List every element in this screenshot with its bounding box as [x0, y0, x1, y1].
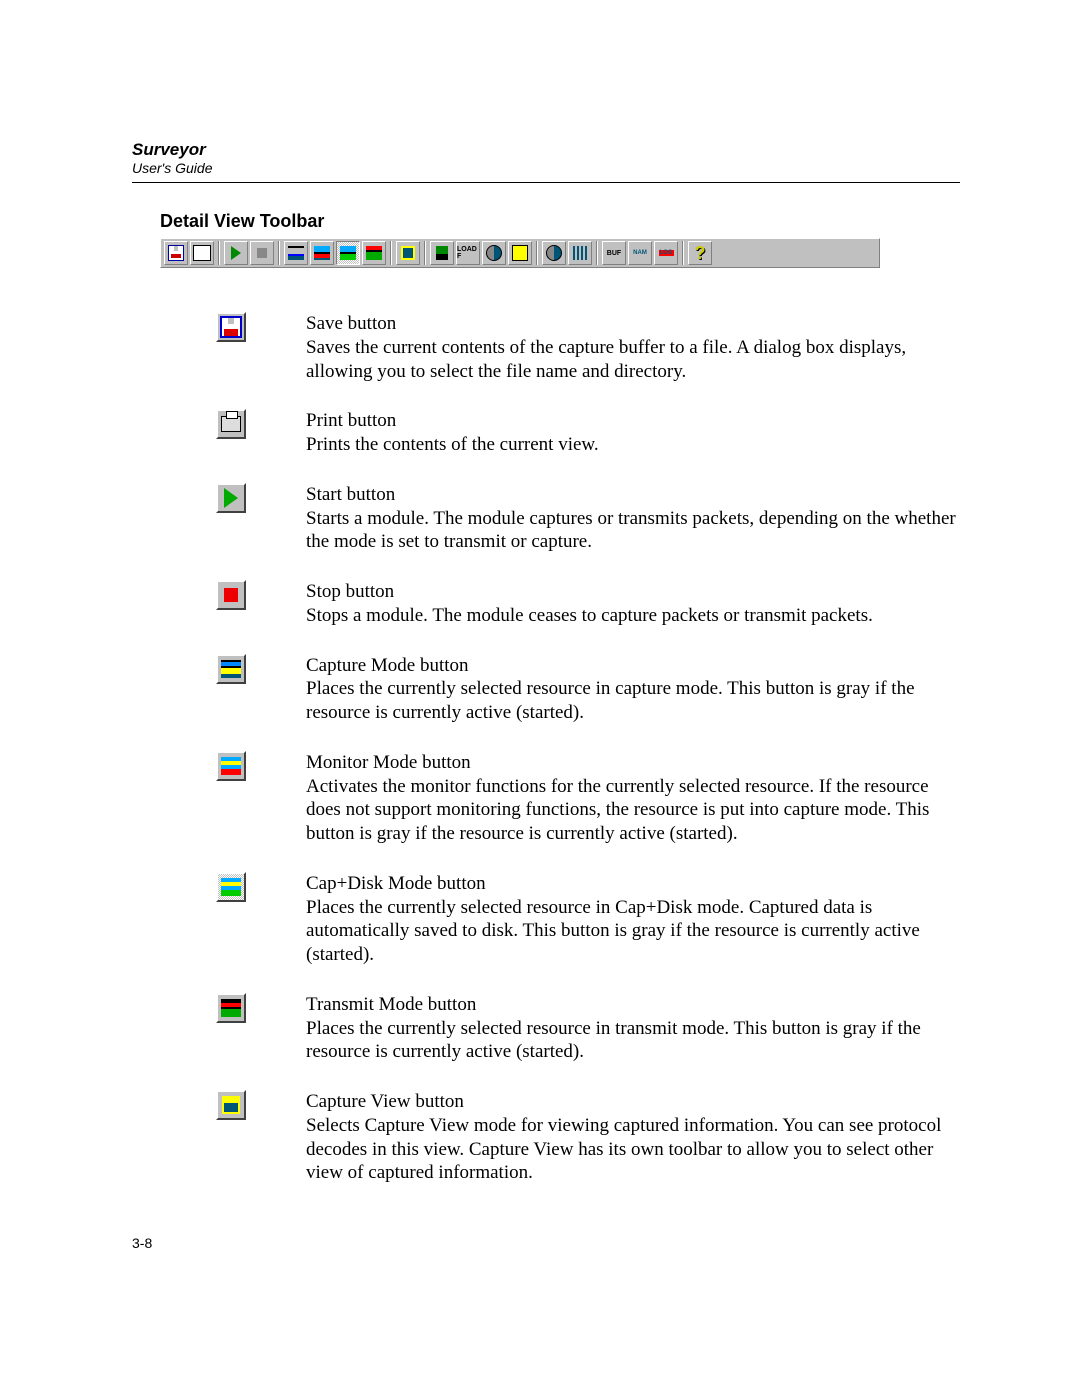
toolbar-separator — [278, 241, 280, 265]
gauge-button[interactable] — [482, 241, 506, 265]
item-title: Capture View button — [306, 1090, 960, 1114]
item-title: Cap+Disk Mode button — [306, 872, 960, 896]
example-button — [216, 580, 246, 610]
toolbar-separator — [536, 241, 538, 265]
toolbar-description-row: Save buttonSaves the current contents of… — [160, 312, 960, 383]
example-icon — [221, 660, 241, 678]
item-title: Start button — [306, 483, 960, 507]
item-title: Print button — [306, 409, 960, 433]
flag-button[interactable] — [430, 241, 454, 265]
toolbar-description-row: Stop buttonStops a module. The module ce… — [160, 580, 960, 628]
buf-icon: BUF — [607, 250, 621, 257]
toolbar-description-row: Print buttonPrints the contents of the c… — [160, 409, 960, 457]
example-button — [216, 993, 246, 1023]
toolbar-description-row: Cap+Disk Mode buttonPlaces the currently… — [160, 872, 960, 967]
example-icon — [224, 488, 238, 508]
example-button — [216, 751, 246, 781]
log-button[interactable]: LOG — [654, 241, 678, 265]
load-button[interactable]: LOAD F — [456, 241, 480, 265]
toolbar-description-row: Capture Mode buttonPlaces the currently … — [160, 654, 960, 725]
capture-mode-icon — [288, 246, 304, 260]
stop-button[interactable] — [250, 241, 274, 265]
doc-subtitle: User's Guide — [132, 160, 960, 176]
example-icon — [221, 878, 241, 896]
item-description: Prints the contents of the current view. — [306, 433, 960, 457]
example-icon — [221, 416, 241, 432]
item-description: Activates the monitor functions for the … — [306, 775, 960, 846]
start-icon — [231, 246, 241, 260]
transmit-mode-icon — [366, 246, 382, 260]
example-icon — [224, 588, 238, 602]
detail-view-toolbar: LOAD F BUF NAM LOG? — [160, 238, 880, 268]
toolbar-description-row: Start buttonStarts a module. The module … — [160, 483, 960, 554]
buf-button[interactable]: BUF — [602, 241, 626, 265]
sweep-button[interactable] — [542, 241, 566, 265]
example-icon — [220, 316, 242, 338]
item-title: Transmit Mode button — [306, 993, 960, 1017]
monitor-mode-icon — [314, 246, 330, 260]
item-description: Places the currently selected resource i… — [306, 677, 960, 725]
item-description: Places the currently selected resource i… — [306, 1017, 960, 1065]
transmit-mode-button[interactable] — [362, 241, 386, 265]
bars-icon — [573, 246, 587, 260]
print-button[interactable] — [190, 241, 214, 265]
item-title: Monitor Mode button — [306, 751, 960, 775]
section-heading: Detail View Toolbar — [160, 211, 960, 232]
monitor-mode-button[interactable] — [310, 241, 334, 265]
example-button — [216, 312, 246, 342]
item-description: Selects Capture View mode for viewing ca… — [306, 1114, 960, 1185]
doc-header: Surveyor User's Guide — [132, 140, 960, 183]
toolbar-description-row: Monitor Mode buttonActivates the monitor… — [160, 751, 960, 846]
capture-mode-button[interactable] — [284, 241, 308, 265]
page-number: 3-8 — [132, 1235, 960, 1251]
toolbar-separator — [682, 241, 684, 265]
help-icon: ? — [695, 246, 706, 260]
example-icon — [221, 999, 241, 1017]
toolbar-separator — [390, 241, 392, 265]
capture-view-button[interactable] — [396, 241, 420, 265]
print-icon — [193, 245, 211, 261]
note-icon — [512, 245, 528, 261]
example-button — [216, 654, 246, 684]
log-icon: LOG — [659, 250, 674, 256]
sweep-icon — [546, 245, 562, 261]
save-button[interactable] — [164, 241, 188, 265]
bars-button[interactable] — [568, 241, 592, 265]
example-button — [216, 872, 246, 902]
item-description: Starts a module. The module captures or … — [306, 507, 960, 555]
toolbar-separator — [596, 241, 598, 265]
item-description: Stops a module. The module ceases to cap… — [306, 604, 960, 628]
item-title: Save button — [306, 312, 960, 336]
example-icon — [222, 1096, 240, 1114]
nam-icon: NAM — [633, 250, 647, 256]
item-description: Saves the current contents of the captur… — [306, 336, 960, 384]
save-icon — [168, 245, 184, 261]
item-title: Capture Mode button — [306, 654, 960, 678]
toolbar-description-row: Capture View buttonSelects Capture View … — [160, 1090, 960, 1185]
example-button — [216, 1090, 246, 1120]
doc-title: Surveyor — [132, 140, 960, 160]
start-button[interactable] — [224, 241, 248, 265]
gauge-icon — [486, 245, 502, 261]
example-icon — [221, 757, 241, 775]
note-button[interactable] — [508, 241, 532, 265]
toolbar-separator — [424, 241, 426, 265]
capdisk-mode-icon — [340, 246, 356, 260]
item-title: Stop button — [306, 580, 960, 604]
load-icon: LOAD F — [457, 246, 479, 260]
nam-button[interactable]: NAM — [628, 241, 652, 265]
toolbar-description-row: Transmit Mode buttonPlaces the currently… — [160, 993, 960, 1064]
example-button — [216, 409, 246, 439]
toolbar-separator — [218, 241, 220, 265]
stop-icon — [257, 248, 267, 258]
item-description: Places the currently selected resource i… — [306, 896, 960, 967]
help-button[interactable]: ? — [688, 241, 712, 265]
capdisk-mode-button[interactable] — [336, 241, 360, 265]
capture-view-icon — [401, 246, 415, 260]
flag-icon — [436, 246, 448, 260]
example-button — [216, 483, 246, 513]
